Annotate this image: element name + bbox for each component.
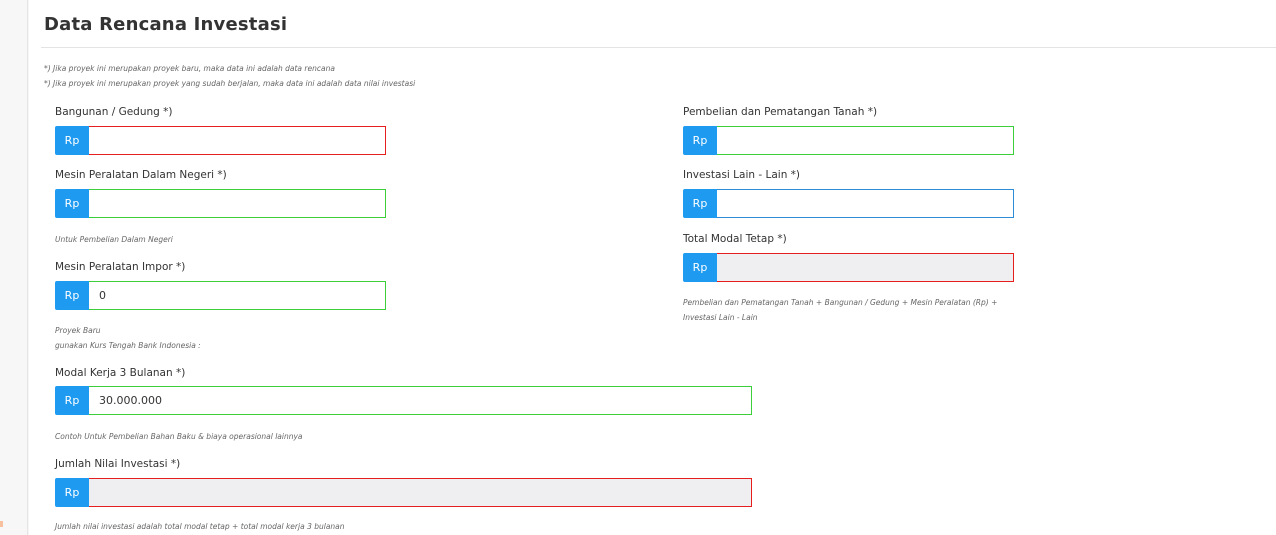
modal-tetap-label: Total Modal Tetap *) xyxy=(683,233,787,245)
section-title: Data Rencana Investasi xyxy=(44,14,288,35)
modal-tetap-help-2: Investasi Lain - Lain xyxy=(683,313,758,322)
note-existing-project: *) Jika proyek ini merupakan proyek yang… xyxy=(44,79,416,88)
jumlah-investasi-input-group: Rp xyxy=(55,478,752,507)
currency-addon: Rp xyxy=(55,189,89,218)
mesin-impor-input-group: Rp xyxy=(55,281,386,310)
mesin-dalam-help: Untuk Pembelian Dalam Negeri xyxy=(55,235,173,244)
investment-panel: Data Rencana Investasi *) Jika proyek in… xyxy=(29,0,1276,535)
modal-kerja-help: Contoh Untuk Pembelian Bahan Baku & biay… xyxy=(55,432,303,441)
investasi-lain-input[interactable] xyxy=(717,189,1014,218)
bangunan-input[interactable] xyxy=(89,126,386,155)
mesin-impor-help-2: gunakan Kurs Tengah Bank Indonesia : xyxy=(55,341,201,350)
left-sidebar-strip xyxy=(0,0,28,535)
sidebar-marker xyxy=(0,521,3,527)
mesin-impor-label: Mesin Peralatan Impor *) xyxy=(55,261,186,273)
modal-kerja-input-group: Rp xyxy=(55,386,752,415)
bangunan-label: Bangunan / Gedung *) xyxy=(55,106,173,118)
mesin-impor-help-1: Proyek Baru xyxy=(55,326,101,335)
investasi-lain-input-group: Rp xyxy=(683,189,1014,218)
currency-addon: Rp xyxy=(55,126,89,155)
tanah-input-group: Rp xyxy=(683,126,1014,155)
tanah-input[interactable] xyxy=(717,126,1014,155)
jumlah-investasi-input[interactable] xyxy=(89,478,752,507)
currency-addon: Rp xyxy=(55,281,89,310)
modal-tetap-input-group: Rp xyxy=(683,253,1014,282)
jumlah-investasi-label: Jumlah Nilai Investasi *) xyxy=(55,458,181,470)
currency-addon: Rp xyxy=(683,253,717,282)
modal-tetap-input[interactable] xyxy=(717,253,1014,282)
modal-tetap-help-1: Pembelian dan Pematangan Tanah + Banguna… xyxy=(683,298,998,307)
currency-addon: Rp xyxy=(683,126,717,155)
tanah-label: Pembelian dan Pematangan Tanah *) xyxy=(683,106,878,118)
mesin-dalam-label: Mesin Peralatan Dalam Negeri *) xyxy=(55,169,227,181)
mesin-dalam-input-group: Rp xyxy=(55,189,386,218)
mesin-impor-input[interactable] xyxy=(89,281,386,310)
title-divider xyxy=(41,47,1276,48)
currency-addon: Rp xyxy=(55,386,89,415)
mesin-dalam-input[interactable] xyxy=(89,189,386,218)
currency-addon: Rp xyxy=(55,478,89,507)
bangunan-input-group: Rp xyxy=(55,126,386,155)
investasi-lain-label: Investasi Lain - Lain *) xyxy=(683,169,801,181)
modal-kerja-input[interactable] xyxy=(89,386,752,415)
currency-addon: Rp xyxy=(683,189,717,218)
modal-kerja-label: Modal Kerja 3 Bulanan *) xyxy=(55,367,186,379)
jumlah-investasi-help: Jumlah nilai investasi adalah total moda… xyxy=(55,522,345,531)
note-new-project: *) Jika proyek ini merupakan proyek baru… xyxy=(44,64,335,73)
